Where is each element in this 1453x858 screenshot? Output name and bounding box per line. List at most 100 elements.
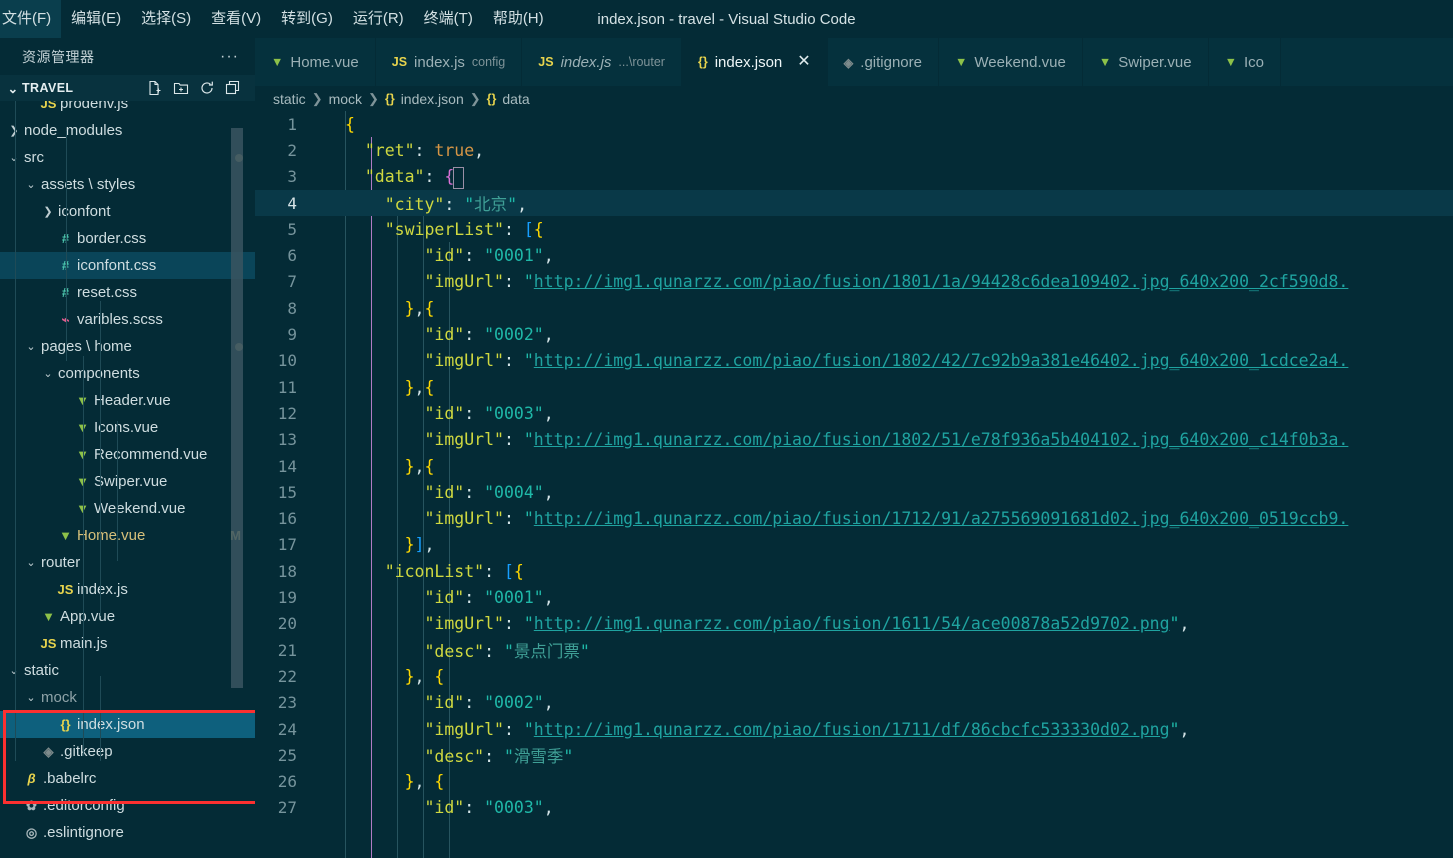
code-line[interactable]: 26 }, { xyxy=(255,769,1453,795)
tree-file-row[interactable]: #reset.css xyxy=(0,279,255,306)
tree-folder-row[interactable]: ⌄ pages \ home xyxy=(0,333,255,360)
tree-file-row[interactable]: ▼ App.vue xyxy=(0,603,255,630)
code-line[interactable]: 23 "id": "0002", xyxy=(255,690,1453,716)
tree-file-row[interactable]: JSmain.js xyxy=(0,630,255,657)
tree-folder-row[interactable]: ⌄ components xyxy=(0,360,255,387)
tree-file-row[interactable]: JS prodenv.js xyxy=(0,101,255,117)
code-line[interactable]: 20 "imgUrl": "http://img1.qunarzz.com/pi… xyxy=(255,611,1453,637)
tree-file-row[interactable]: ▼Header.vue xyxy=(0,387,255,414)
new-file-icon[interactable] xyxy=(147,80,163,96)
code-line[interactable]: 8 },{ xyxy=(255,295,1453,321)
chevron-right-icon[interactable]: ❯ xyxy=(6,124,22,137)
editor-tab--gitignore[interactable]: ◈ .gitignore xyxy=(827,38,939,86)
code-token: "id" xyxy=(424,325,465,345)
tree-file-row[interactable]: #iconfont.css xyxy=(0,252,255,279)
close-icon[interactable]: ✕ xyxy=(797,54,810,70)
tree-file-row[interactable]: ◎ .eslintignore xyxy=(0,819,255,846)
chevron-right-icon[interactable]: ❯ xyxy=(40,205,56,218)
code-line[interactable]: 11 },{ xyxy=(255,374,1453,400)
chevron-down-icon[interactable]: ⌄ xyxy=(23,340,39,353)
chevron-down-icon[interactable]: ⌄ xyxy=(6,664,22,677)
tree-folder-row[interactable]: ❯ iconfont xyxy=(0,198,255,225)
code-line[interactable]: 15 "id": "0004", xyxy=(255,479,1453,505)
new-folder-icon[interactable] xyxy=(173,80,189,96)
tree-file-row[interactable]: ▼Home.vueM xyxy=(0,522,255,549)
tree-file-row[interactable]: ▼Recommend.vue xyxy=(0,441,255,468)
code-line[interactable]: 7 "imgUrl": "http://img1.qunarzz.com/pia… xyxy=(255,269,1453,295)
refresh-icon[interactable] xyxy=(199,80,215,96)
more-actions-icon[interactable]: ··· xyxy=(220,48,239,64)
code-line[interactable]: 27 "id": "0003", xyxy=(255,795,1453,821)
code-line[interactable]: 18 "iconList": [{ xyxy=(255,558,1453,584)
collapse-all-icon[interactable] xyxy=(225,80,241,96)
tree-file-row[interactable]: ⌁varibles.scss xyxy=(0,306,255,333)
breadcrumb-item[interactable]: index.json xyxy=(401,91,464,107)
code-line[interactable]: 14 },{ xyxy=(255,453,1453,479)
tree-file-row[interactable]: ▼Icons.vue xyxy=(0,414,255,441)
menu-item-7[interactable]: 帮助(H) xyxy=(483,0,554,38)
code-line[interactable]: 3 "data": { xyxy=(255,164,1453,190)
tree-file-row[interactable]: ▼Weekend.vue xyxy=(0,495,255,522)
code-line[interactable]: 10 "imgUrl": "http://img1.qunarzz.com/pi… xyxy=(255,348,1453,374)
editor-tab-Ico[interactable]: ▼ Ico xyxy=(1208,38,1281,86)
code-line[interactable]: 9 "id": "0002", xyxy=(255,321,1453,347)
explorer-actions[interactable] xyxy=(147,80,247,96)
editor-tab-Swiper-vue[interactable]: ▼ Swiper.vue xyxy=(1082,38,1209,86)
code-line[interactable]: 17 }], xyxy=(255,532,1453,558)
code-line[interactable]: 19 "id": "0001", xyxy=(255,584,1453,610)
code-line[interactable]: 13 "imgUrl": "http://img1.qunarzz.com/pi… xyxy=(255,427,1453,453)
chevron-down-icon[interactable]: ⌄ xyxy=(4,81,22,96)
tree-folder-row[interactable]: ❯ node_modules xyxy=(0,117,255,144)
editor-tab-index-js[interactable]: JS index.js config xyxy=(375,38,523,86)
editor-tab-Home-vue[interactable]: ▼ Home.vue xyxy=(255,38,376,86)
menu-item-4[interactable]: 转到(G) xyxy=(271,0,343,38)
menu-item-1[interactable]: 编辑(E) xyxy=(61,0,131,38)
chevron-down-icon[interactable]: ⌄ xyxy=(23,691,39,704)
code-line[interactable]: 4 "city": "北京", xyxy=(255,189,1453,217)
menu-item-2[interactable]: 选择(S) xyxy=(131,0,201,38)
code-line[interactable]: 16 "imgUrl": "http://img1.qunarzz.com/pi… xyxy=(255,506,1453,532)
code-line[interactable]: 5 "swiperList": [{ xyxy=(255,216,1453,242)
code-line[interactable]: 6 "id": "0001", xyxy=(255,243,1453,269)
breadcrumb[interactable]: static ❯ mock ❯ {} index.json ❯ {} data xyxy=(255,86,1453,111)
editor-tab-bar[interactable]: ▼ Home.vue JS index.js config JS index.js ...\r… xyxy=(255,38,1453,86)
breadcrumb-item[interactable]: mock xyxy=(329,91,362,107)
tree-folder-row[interactable]: ⌄ static xyxy=(0,657,255,684)
tree-file-row[interactable]: ▼Swiper.vue xyxy=(0,468,255,495)
chevron-down-icon[interactable]: ⌄ xyxy=(23,178,39,191)
editor-tab-Weekend-vue[interactable]: ▼ Weekend.vue xyxy=(939,38,1083,86)
file-tree[interactable]: JS prodenv.js ❯ node_modules ⌄ src ⌄ assets \ s… xyxy=(0,101,255,858)
code-editor[interactable]: 1{2 "ret": true, 3 "data": {4 "city": "北京… xyxy=(255,111,1453,858)
editor-tab-index-json[interactable]: {} index.json ✕ xyxy=(681,38,828,86)
code-line[interactable]: 12 "id": "0003", xyxy=(255,400,1453,426)
code-line[interactable]: 25 "desc": "滑雪季" xyxy=(255,742,1453,768)
project-root-header[interactable]: ⌄ TRAVEL xyxy=(0,75,255,101)
tree-file-row[interactable]: {} index.json xyxy=(0,711,255,738)
tree-file-row[interactable]: JS index.js xyxy=(0,576,255,603)
tree-folder-row[interactable]: ⌄ assets \ styles xyxy=(0,171,255,198)
breadcrumb-item[interactable]: static xyxy=(273,91,306,107)
chevron-down-icon[interactable]: ⌄ xyxy=(23,556,39,569)
menu-item-0[interactable]: 文件(F) xyxy=(0,0,62,38)
code-line[interactable]: 21 "desc": "景点门票" xyxy=(255,637,1453,663)
tree-folder-row[interactable]: ⌄ router xyxy=(0,549,255,576)
menu-item-5[interactable]: 运行(R) xyxy=(343,0,414,38)
breadcrumb-item[interactable]: data xyxy=(502,91,529,107)
tree-file-row[interactable]: ◈ .gitkeep xyxy=(0,738,255,765)
code-line[interactable]: 22 }, { xyxy=(255,663,1453,689)
code-line[interactable]: 2 "ret": true, xyxy=(255,137,1453,163)
code-line[interactable]: 24 "imgUrl": "http://img1.qunarzz.com/pi… xyxy=(255,716,1453,742)
menu-bar[interactable]: 文件(F) 编辑(E) 选择(S) 查看(V) 转到(G) 运行(R) 终端(T) 帮助(H) xyxy=(0,0,554,38)
sidebar-scrollbar[interactable] xyxy=(231,128,243,688)
chevron-down-icon[interactable]: ⌄ xyxy=(40,367,56,380)
chevron-down-icon[interactable]: ⌄ xyxy=(6,151,22,164)
tree-file-row[interactable]: #border.css xyxy=(0,225,255,252)
tree-file-row[interactable]: ✿ .editorconfig xyxy=(0,792,255,819)
tree-folder-row[interactable]: ⌄ src xyxy=(0,144,255,171)
tree-file-row[interactable]: β .babelrc xyxy=(0,765,255,792)
tree-folder-row[interactable]: ⌄ mock xyxy=(0,684,255,711)
editor-tab-index-js[interactable]: JS index.js ...\router xyxy=(522,38,682,86)
code-line[interactable]: 1{ xyxy=(255,111,1453,137)
menu-item-6[interactable]: 终端(T) xyxy=(414,0,483,38)
menu-item-3[interactable]: 查看(V) xyxy=(201,0,271,38)
